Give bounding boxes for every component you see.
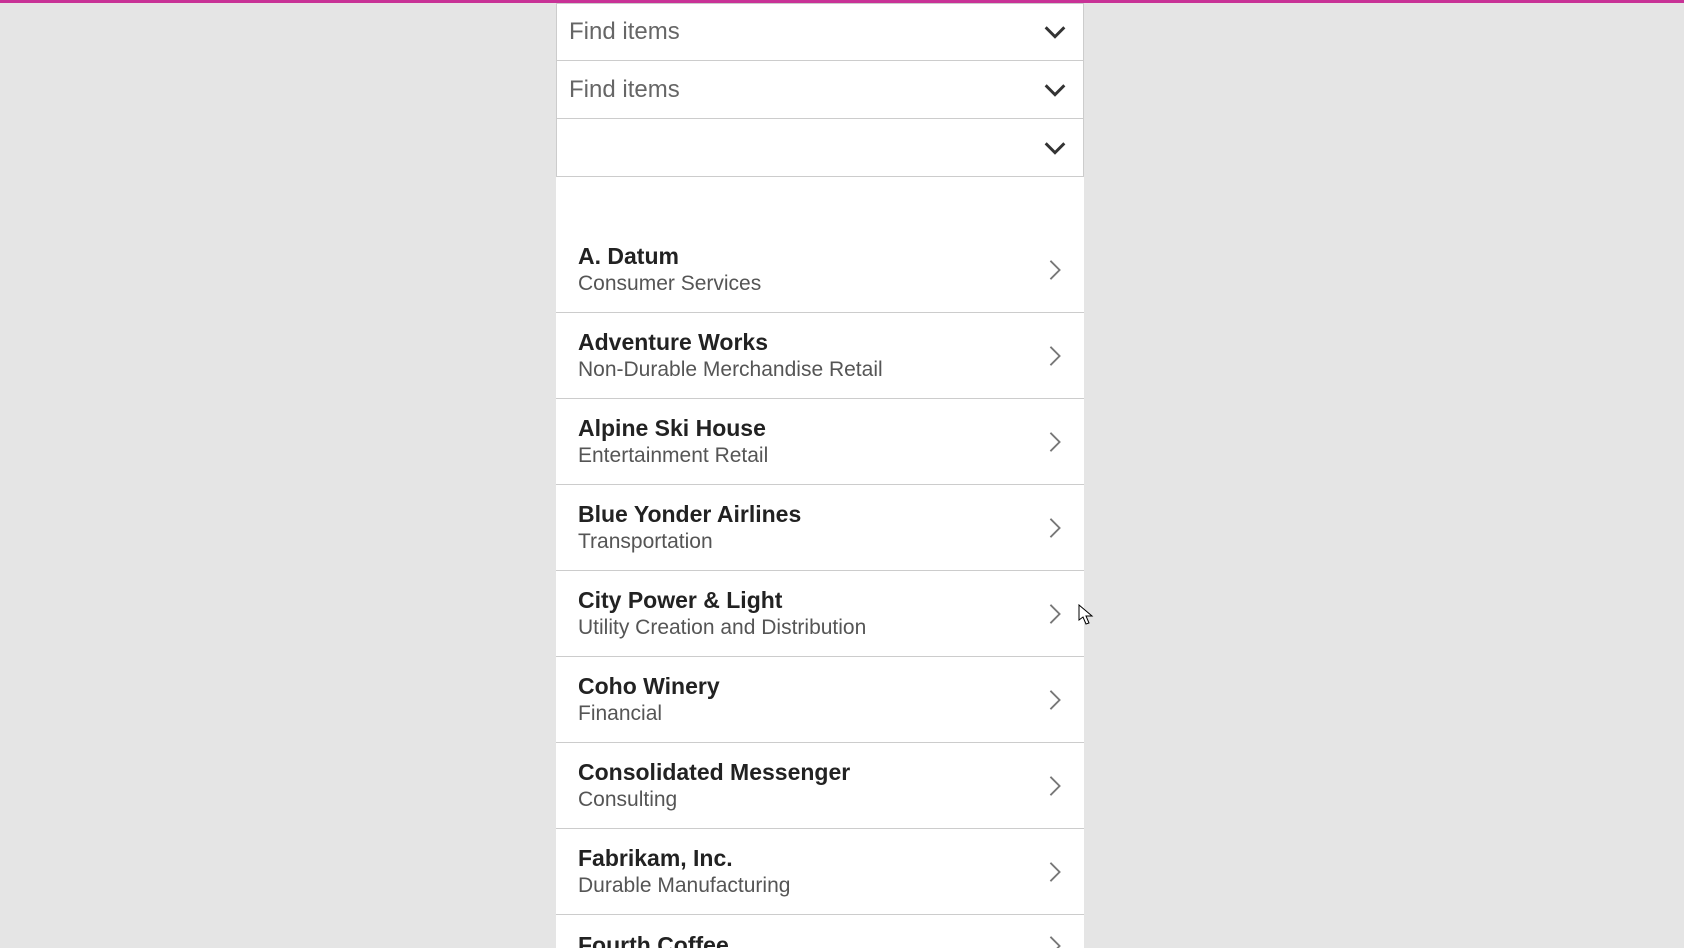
chevron-right-icon <box>1044 599 1066 629</box>
list-item-title: Fourth Coffee <box>578 932 1044 948</box>
list-item-subtitle: Financial <box>578 702 1044 726</box>
list-item[interactable]: Blue Yonder Airlines Transportation <box>556 485 1084 571</box>
list-item-text: Coho Winery Financial <box>578 673 1044 726</box>
list-item-text: A. Datum Consumer Services <box>578 243 1044 296</box>
list-item-title: City Power & Light <box>578 587 1044 614</box>
list-item-subtitle: Transportation <box>578 530 1044 554</box>
find-items-input-2[interactable] <box>569 76 1041 104</box>
list-item[interactable]: Alpine Ski House Entertainment Retail <box>556 399 1084 485</box>
filter-row-1[interactable] <box>556 3 1084 61</box>
chevron-right-icon <box>1044 427 1066 457</box>
items-list[interactable]: A. Datum Consumer Services Adventure Wor… <box>556 227 1084 948</box>
chevron-down-icon[interactable] <box>1041 18 1069 46</box>
find-items-input-1[interactable] <box>569 18 1041 46</box>
list-item-title: Blue Yonder Airlines <box>578 501 1044 528</box>
list-item[interactable]: Fabrikam, Inc. Durable Manufacturing <box>556 829 1084 915</box>
filter-row-2[interactable] <box>556 61 1084 119</box>
list-item-text: Blue Yonder Airlines Transportation <box>578 501 1044 554</box>
list-item-text: City Power & Light Utility Creation and … <box>578 587 1044 640</box>
list-item-subtitle: Consulting <box>578 788 1044 812</box>
list-item-text: Consolidated Messenger Consulting <box>578 759 1044 812</box>
list-item-title: Fabrikam, Inc. <box>578 845 1044 872</box>
chevron-right-icon <box>1044 255 1066 285</box>
list-item-subtitle: Durable Manufacturing <box>578 874 1044 898</box>
list-item-title: A. Datum <box>578 243 1044 270</box>
list-item-title: Consolidated Messenger <box>578 759 1044 786</box>
spacer <box>556 177 1084 227</box>
list-item-subtitle: Non-Durable Merchandise Retail <box>578 358 1044 382</box>
app-panel: A. Datum Consumer Services Adventure Wor… <box>556 3 1084 948</box>
chevron-right-icon <box>1044 857 1066 887</box>
list-item[interactable]: Fourth Coffee <box>556 915 1084 948</box>
list-item-title: Coho Winery <box>578 673 1044 700</box>
chevron-right-icon <box>1044 341 1066 371</box>
list-item-text: Fabrikam, Inc. Durable Manufacturing <box>578 845 1044 898</box>
list-item-subtitle: Utility Creation and Distribution <box>578 616 1044 640</box>
filter-row-3[interactable] <box>556 119 1084 177</box>
list-item[interactable]: Coho Winery Financial <box>556 657 1084 743</box>
list-item-subtitle: Consumer Services <box>578 272 1044 296</box>
find-items-input-3[interactable] <box>569 134 1041 162</box>
list-item[interactable]: Adventure Works Non-Durable Merchandise … <box>556 313 1084 399</box>
chevron-down-icon[interactable] <box>1041 134 1069 162</box>
list-item-title: Adventure Works <box>578 329 1044 356</box>
list-item[interactable]: Consolidated Messenger Consulting <box>556 743 1084 829</box>
chevron-down-icon[interactable] <box>1041 76 1069 104</box>
chevron-right-icon <box>1044 685 1066 715</box>
list-item-subtitle: Entertainment Retail <box>578 444 1044 468</box>
list-item-title: Alpine Ski House <box>578 415 1044 442</box>
list-item-text: Adventure Works Non-Durable Merchandise … <box>578 329 1044 382</box>
chevron-right-icon <box>1044 771 1066 801</box>
list-item-text: Alpine Ski House Entertainment Retail <box>578 415 1044 468</box>
chevron-right-icon <box>1044 931 1066 948</box>
list-item[interactable]: City Power & Light Utility Creation and … <box>556 571 1084 657</box>
chevron-right-icon <box>1044 513 1066 543</box>
filter-section <box>556 3 1084 177</box>
list-item[interactable]: A. Datum Consumer Services <box>556 227 1084 313</box>
list-item-text: Fourth Coffee <box>578 932 1044 948</box>
